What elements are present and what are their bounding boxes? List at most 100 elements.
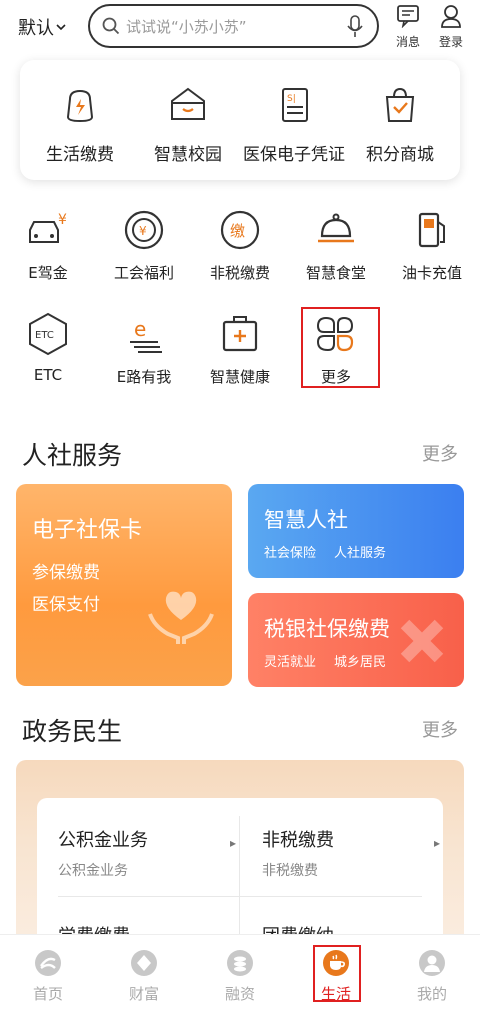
messages-label: 消息 bbox=[395, 35, 420, 49]
chevron-down-icon bbox=[56, 24, 66, 31]
grid-item-fuel-card[interactable]: 油卡充值 bbox=[384, 208, 480, 283]
lightning-bag-icon bbox=[66, 89, 94, 123]
cross-flower-icon bbox=[400, 619, 444, 663]
grid-label: 工会福利 bbox=[113, 264, 174, 282]
gov-item-title: 公积金业务 bbox=[58, 830, 148, 851]
tab-home[interactable]: 首页 bbox=[18, 947, 78, 1004]
smart-hr-title: 智慧人社 bbox=[264, 508, 348, 532]
heart-hands-icon bbox=[148, 591, 214, 644]
svg-text:缴: 缴 bbox=[230, 222, 245, 240]
grid-item-nontax[interactable]: 缴 非税缴费 bbox=[192, 208, 288, 283]
social-more-link[interactable]: 更多 bbox=[422, 440, 458, 466]
gov-section-title: 政务民生 bbox=[22, 717, 123, 746]
tab-wealth[interactable]: 财富 bbox=[114, 947, 174, 1004]
gov-item-title: 非税缴费 bbox=[262, 830, 334, 851]
city-selector[interactable]: 默认 bbox=[18, 14, 66, 40]
gov-item-housing-fund[interactable]: 公积金业务 公积金业务 ▸ bbox=[58, 826, 238, 880]
bottom-tab-bar: 首页 财富 融资 生活 我的 bbox=[0, 934, 480, 1015]
grid-item-union-welfare[interactable]: ¥ 工会福利 bbox=[96, 208, 192, 283]
top-services-card: 生活缴费 智慧校园 S| 医保电子凭证 积分商城 bbox=[20, 60, 460, 180]
grid-item-smart-canteen[interactable]: 智慧食堂 bbox=[288, 208, 384, 283]
home-logo-icon bbox=[35, 950, 61, 976]
tab-mine[interactable]: 我的 bbox=[402, 947, 462, 1004]
grid-item-etc[interactable]: ETC ETC bbox=[0, 312, 96, 384]
chevron-right-icon: ▸ bbox=[229, 836, 236, 850]
e-road-icon: e bbox=[130, 317, 162, 353]
app-page: 默认 试试说“小苏小苏” 消息 登录 生活缴费 智慧校园 S| 医保电子凭证 积… bbox=[0, 0, 480, 1015]
coin-ring-icon: ¥ bbox=[124, 210, 164, 250]
service-smart-campus[interactable]: 智慧校园 bbox=[133, 84, 243, 165]
grid-label: 非税缴费 bbox=[209, 264, 270, 282]
smart-hr-sub1: 社会保险 bbox=[264, 546, 317, 561]
grid-label: E驾金 bbox=[28, 264, 68, 282]
life-tab-highlight-box bbox=[313, 945, 361, 1002]
city-label: 默认 bbox=[18, 18, 54, 39]
grid-label: 智慧食堂 bbox=[305, 264, 366, 282]
microphone-icon[interactable] bbox=[347, 15, 363, 39]
messages-button[interactable]: 消息 bbox=[388, 4, 428, 50]
grid-item-smart-health[interactable]: 智慧健康 bbox=[192, 312, 288, 387]
ecard-card[interactable]: 电子社保卡 参保缴费 医保支付 bbox=[16, 484, 232, 686]
chevron-right-icon: ▸ bbox=[433, 836, 440, 850]
svg-text:e: e bbox=[134, 317, 146, 341]
ecard-sub1: 参保缴费 bbox=[32, 563, 100, 583]
gov-divider bbox=[58, 896, 422, 897]
service-label: 智慧校园 bbox=[154, 145, 222, 165]
shopping-bag-icon bbox=[385, 87, 415, 122]
grid-label: E路有我 bbox=[116, 368, 172, 386]
grid-item-eroad[interactable]: e E路有我 bbox=[96, 312, 192, 387]
wealth-icon bbox=[131, 950, 157, 976]
tax-bank-card[interactable]: 税银社保缴费 灵活就业 城乡居民 bbox=[248, 593, 464, 687]
login-label: 登录 bbox=[438, 35, 463, 49]
medical-card-icon: S| bbox=[282, 88, 308, 122]
tax-bank-title: 税银社保缴费 bbox=[264, 617, 390, 641]
tab-label: 首页 bbox=[32, 985, 63, 1003]
gov-item-sub: 公积金业务 bbox=[58, 863, 128, 879]
service-life-payment[interactable]: 生活缴费 bbox=[25, 84, 135, 165]
service-medical-certificate[interactable]: S| 医保电子凭证 bbox=[239, 84, 349, 165]
svg-text:ETC: ETC bbox=[35, 330, 54, 341]
svg-text:S|: S| bbox=[287, 94, 296, 104]
grid-item-edrive[interactable]: ¥ E驾金 bbox=[0, 208, 96, 283]
tax-coin-icon: 缴 bbox=[220, 210, 260, 250]
ecard-title: 电子社保卡 bbox=[32, 518, 143, 543]
svg-text:¥: ¥ bbox=[139, 224, 147, 238]
food-cloche-icon bbox=[318, 213, 354, 243]
tab-loan[interactable]: 融资 bbox=[210, 947, 270, 1004]
school-icon bbox=[171, 87, 205, 120]
login-button[interactable]: 登录 bbox=[431, 4, 471, 50]
gov-item-sub: 非税缴费 bbox=[262, 863, 318, 879]
message-icon bbox=[397, 5, 419, 29]
smart-hr-sub2: 人社服务 bbox=[334, 546, 387, 561]
etc-hexagon-icon: ETC bbox=[29, 312, 67, 356]
car-yen-icon: ¥ bbox=[29, 212, 67, 243]
service-label: 医保电子凭证 bbox=[243, 145, 345, 165]
tax-bank-sub1: 灵活就业 bbox=[264, 655, 317, 670]
social-section-title: 人社服务 bbox=[22, 441, 123, 470]
medical-kit-icon bbox=[222, 316, 258, 352]
user-icon bbox=[441, 5, 461, 28]
user-icon bbox=[419, 950, 445, 976]
tax-bank-sub2: 城乡居民 bbox=[334, 655, 387, 670]
loan-coins-icon bbox=[227, 950, 253, 976]
tab-label: 财富 bbox=[128, 985, 159, 1003]
search-input[interactable]: 试试说“小苏小苏” bbox=[88, 4, 379, 48]
grid-label: 油卡充值 bbox=[401, 264, 462, 282]
service-label: 生活缴费 bbox=[46, 145, 114, 165]
service-points-mall[interactable]: 积分商城 bbox=[345, 84, 455, 165]
smart-hr-card[interactable]: 智慧人社 社会保险 人社服务 bbox=[248, 484, 464, 578]
search-placeholder: 试试说“小苏小苏” bbox=[126, 17, 247, 36]
search-icon bbox=[102, 17, 120, 35]
gov-more-link[interactable]: 更多 bbox=[422, 716, 458, 742]
more-highlight-box bbox=[301, 307, 380, 388]
svg-text:¥: ¥ bbox=[58, 212, 67, 228]
service-label: 积分商城 bbox=[366, 145, 434, 165]
top-header: 默认 试试说“小苏小苏” 消息 登录 bbox=[0, 0, 480, 56]
ecard-sub2: 医保支付 bbox=[32, 595, 100, 615]
tab-label: 我的 bbox=[416, 985, 447, 1003]
grid-label: ETC bbox=[33, 366, 63, 384]
gov-item-nontax[interactable]: 非税缴费 非税缴费 ▸ bbox=[262, 826, 442, 880]
fuel-pump-icon bbox=[418, 212, 445, 248]
grid-label: 智慧健康 bbox=[209, 368, 270, 386]
tab-label: 融资 bbox=[224, 985, 255, 1003]
